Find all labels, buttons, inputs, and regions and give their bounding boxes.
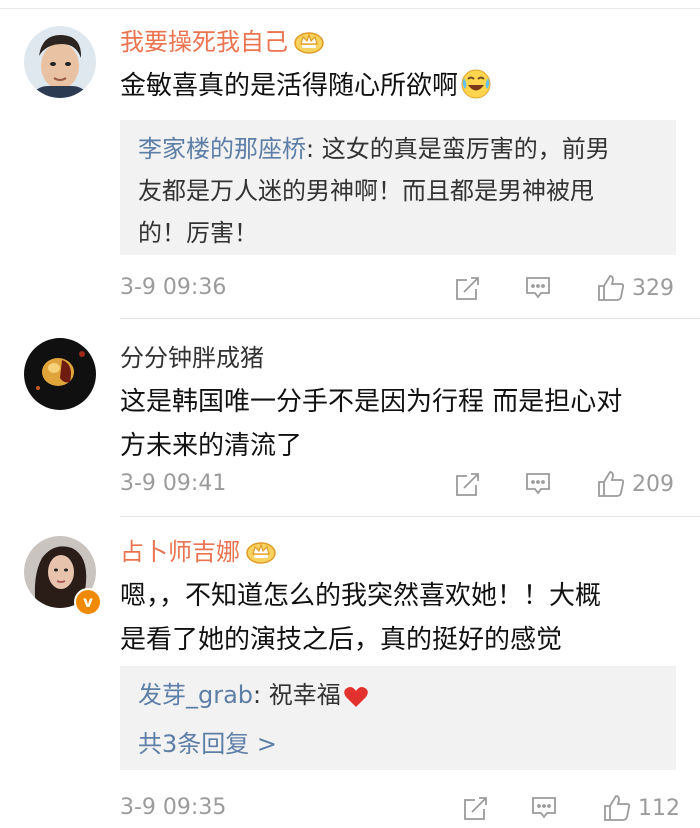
like-button[interactable]: 329 xyxy=(596,268,674,308)
username[interactable]: 占卜师吉娜 xyxy=(120,536,276,572)
reply-text: : 这女的真是蛮厉害的，前男 xyxy=(306,135,610,163)
thumbs-up-icon xyxy=(598,275,625,301)
reply-line: 发芽_grab: 祝幸福 xyxy=(138,674,658,722)
reply-line: 的！厉害！ xyxy=(138,219,258,247)
reply-author[interactable]: 李家楼的那座桥 xyxy=(138,135,306,163)
reply-line: 友都是万人迷的男神啊！而且都是男神被甩 xyxy=(138,177,594,205)
comment-item: 分分钟胖成猪 这是韩国唯一分手不是因为行程 而是担心对 方未来的清流了 3-9 … xyxy=(0,318,700,517)
comment-icon[interactable] xyxy=(524,274,552,302)
reply-author[interactable]: 发芽_grab xyxy=(138,681,253,709)
verified-letter: v xyxy=(83,593,93,611)
crown-icon xyxy=(246,538,276,572)
username-text[interactable]: 占卜师吉娜 xyxy=(120,538,240,566)
thumbs-up-icon xyxy=(604,795,631,821)
share-icon[interactable] xyxy=(454,274,482,302)
comment-meta: 3-9 09:36 329 xyxy=(120,268,700,308)
avatar[interactable] xyxy=(24,338,96,410)
timestamp: 3-9 09:41 xyxy=(120,471,227,496)
like-button[interactable]: 209 xyxy=(596,464,674,504)
comment-text-content: 金敏喜真的是活得随心所欲啊 xyxy=(120,71,459,101)
comment-meta: 3-9 09:41 209 xyxy=(120,464,700,504)
timestamp: 3-9 09:36 xyxy=(120,275,227,300)
more-replies-link[interactable]: 共3条回复 > xyxy=(138,722,658,766)
comment-text-line: 方未来的清流了 xyxy=(120,431,303,461)
verified-badge: v xyxy=(74,588,102,616)
comment-item: v 占卜师吉娜 嗯，，不知道怎么的我突然喜欢她！！大概 是看了她的演技之后，真的… xyxy=(0,516,700,821)
comment-text: 金敏喜真的是活得随心所欲啊 xyxy=(120,64,670,114)
username-text[interactable]: 我要操死我自己 xyxy=(120,28,288,56)
comment-item: 我要操死我自己 金敏喜真的是活得随心所欲啊 李家楼的那座桥: 这女的真是蛮厉害的… xyxy=(0,0,700,319)
like-button[interactable]: 112 xyxy=(602,788,680,828)
comment-text-line: 是看了她的演技之后，真的挺好的感觉 xyxy=(120,625,563,655)
share-icon[interactable] xyxy=(454,470,482,498)
reply-line: 李家楼的那座桥: 这女的真是蛮厉害的，前男 xyxy=(138,128,658,170)
heart-icon xyxy=(343,680,369,722)
avatar[interactable] xyxy=(24,26,96,98)
comment-icon[interactable] xyxy=(524,470,552,498)
username[interactable]: 分分钟胖成猪 xyxy=(120,342,264,374)
like-count: 329 xyxy=(632,275,674,301)
laughing-crying-emoji xyxy=(460,68,492,114)
crown-icon xyxy=(294,28,324,62)
comment-text-line: 嗯，，不知道怎么的我突然喜欢她！！大概 xyxy=(120,581,602,611)
username[interactable]: 我要操死我自己 xyxy=(120,26,324,62)
comment-text: 这是韩国唯一分手不是因为行程 而是担心对 方未来的清流了 xyxy=(120,380,670,468)
reply-text: : 祝幸福 xyxy=(253,681,341,709)
reply-box[interactable]: 发芽_grab: 祝幸福 共3条回复 > xyxy=(120,666,676,770)
timestamp: 3-9 09:35 xyxy=(120,795,227,820)
comment-text: 嗯，，不知道怎么的我突然喜欢她！！大概 是看了她的演技之后，真的挺好的感觉 xyxy=(120,574,670,662)
comment-text-line: 这是韩国唯一分手不是因为行程 而是担心对 xyxy=(120,387,623,417)
like-count: 112 xyxy=(638,795,680,821)
like-count: 209 xyxy=(632,471,674,497)
thumbs-up-icon xyxy=(598,471,625,497)
comment-meta: 3-9 09:35 112 xyxy=(120,788,700,828)
reply-box[interactable]: 李家楼的那座桥: 这女的真是蛮厉害的，前男 友都是万人迷的男神啊！而且都是男神被… xyxy=(120,120,676,255)
